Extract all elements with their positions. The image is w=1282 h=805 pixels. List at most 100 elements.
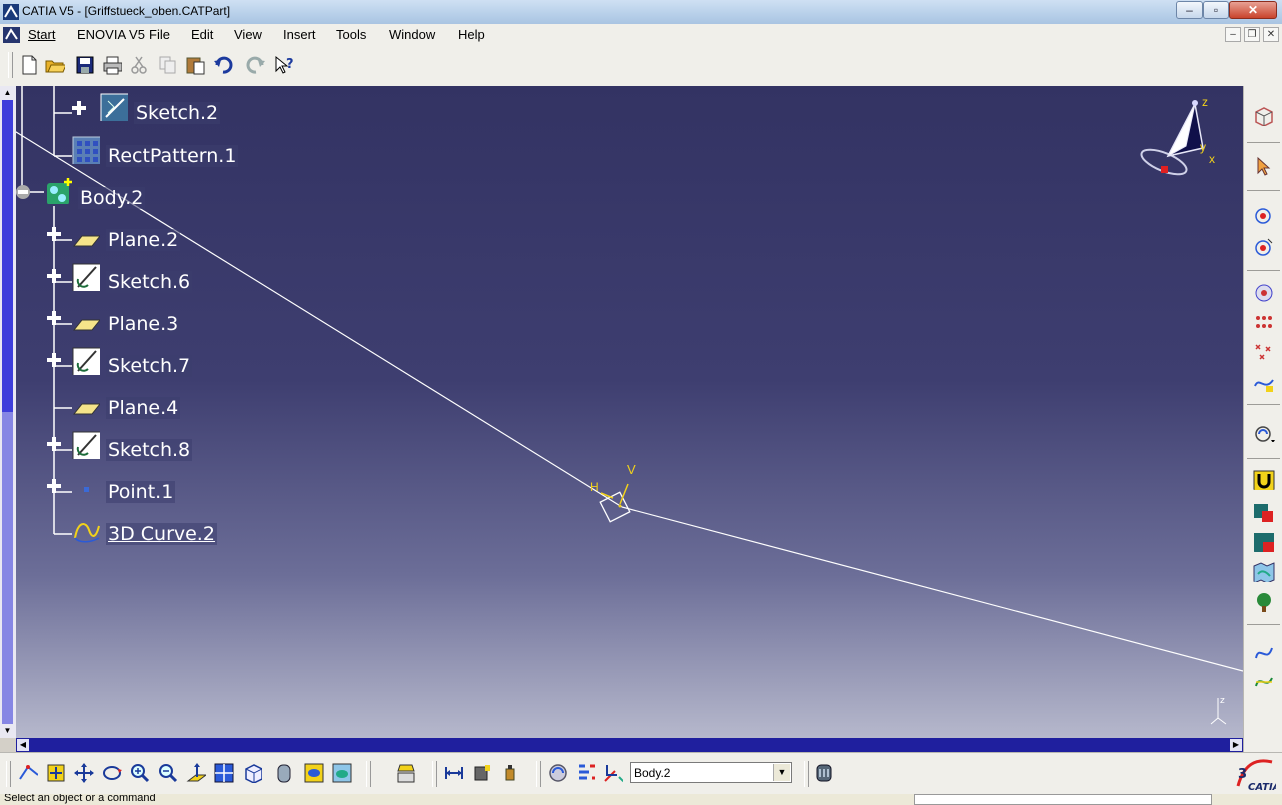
sketch-icon[interactable] (72, 263, 100, 291)
expand-icon[interactable] (47, 269, 61, 283)
tree-node-rectpattern-1[interactable]: RectPattern.1 (106, 145, 239, 167)
toolbar-grip[interactable] (536, 761, 541, 787)
copy-icon[interactable] (158, 55, 178, 75)
menu-enovia[interactable]: ENOVIA V5 (77, 27, 145, 42)
scroll-thumb[interactable] (2, 100, 13, 412)
collapse-icon[interactable] (16, 185, 30, 199)
measure-item-icon[interactable] (472, 763, 492, 783)
wireframe-icon[interactable] (1253, 106, 1275, 126)
normal-view-icon[interactable] (186, 763, 206, 783)
tree-node-sketch-8[interactable]: Sketch.8 (106, 439, 193, 461)
select-arrow-icon[interactable] (1253, 156, 1275, 176)
positioned-sketch-icon[interactable] (1253, 236, 1275, 256)
point-tool-icon[interactable] (1253, 282, 1275, 302)
3d-curve-segment-2[interactable] (621, 506, 1243, 672)
sketch-icon[interactable] (72, 431, 100, 459)
menu-view[interactable]: View (234, 27, 262, 42)
point-icon[interactable] (72, 478, 100, 506)
tree-node-sketch-6[interactable]: Sketch.6 (106, 271, 193, 293)
spline-icon[interactable] (1253, 642, 1275, 662)
menu-window[interactable]: Window (389, 27, 435, 42)
plane-icon[interactable] (72, 310, 100, 338)
scroll-left-arrow[interactable]: ◀ (17, 739, 29, 751)
menu-edit[interactable]: Edit (191, 27, 213, 42)
swap-space-icon[interactable] (332, 763, 352, 783)
expand-icon[interactable] (47, 311, 61, 325)
doc-minimize-button[interactable]: – (1225, 27, 1241, 42)
update-icon[interactable] (548, 763, 568, 783)
catalog-browser-icon[interactable] (814, 763, 834, 783)
curve-on-surface-icon[interactable] (1253, 670, 1275, 690)
curve-icon[interactable] (72, 516, 100, 544)
toolbar-grip[interactable] (366, 761, 371, 787)
command-input[interactable] (914, 794, 1212, 805)
scatter-tool-icon[interactable] (1253, 342, 1275, 362)
catia-doc-icon[interactable] (3, 27, 20, 43)
pattern-tool-icon[interactable] (1253, 312, 1275, 332)
tree-node-sketch-2[interactable]: Sketch.2 (134, 102, 221, 124)
undo-icon[interactable] (213, 55, 233, 75)
toolbar-grip[interactable] (6, 761, 11, 787)
body-selector[interactable]: Body.2 ▼ (630, 762, 792, 783)
curve-tool-icon[interactable] (1253, 372, 1275, 392)
fly-mode-icon[interactable] (18, 763, 38, 783)
hide-show-icon[interactable] (304, 763, 324, 783)
tree-icon[interactable] (1253, 592, 1275, 612)
measure-between-icon[interactable] (444, 763, 464, 783)
pan-icon[interactable] (74, 763, 94, 783)
expand-icon[interactable] (47, 353, 61, 367)
compass-icon[interactable] (1138, 96, 1218, 191)
scroll-track[interactable] (2, 412, 13, 724)
doc-close-button[interactable]: ✕ (1263, 27, 1279, 42)
new-icon[interactable] (19, 55, 39, 75)
expand-icon[interactable] (47, 437, 61, 451)
tree-node-body-2[interactable]: Body.2 (78, 187, 146, 209)
menu-insert[interactable]: Insert (283, 27, 316, 42)
isometric-view-icon[interactable] (242, 763, 262, 783)
zoom-out-icon[interactable] (158, 763, 178, 783)
scroll-down-arrow[interactable]: ▼ (2, 726, 13, 736)
measure-tool-icon[interactable] (396, 763, 416, 783)
horizontal-scrollbar[interactable]: ◀ ▶ (16, 738, 1243, 752)
sketch-icon[interactable] (72, 347, 100, 375)
tree-node-plane-3[interactable]: Plane.3 (106, 313, 181, 335)
scroll-up-arrow[interactable]: ▲ (2, 88, 13, 98)
maximize-button[interactable]: ▫ (1203, 1, 1229, 19)
paste-icon[interactable] (185, 55, 205, 75)
scroll-right-arrow[interactable]: ▶ (1230, 739, 1242, 751)
toolbar-grip[interactable] (432, 761, 437, 787)
save-icon[interactable] (75, 55, 95, 75)
measure-inertia-icon[interactable] (500, 763, 520, 783)
sketch-icon[interactable] (100, 93, 128, 121)
define-work-object-icon[interactable] (603, 763, 623, 783)
tree-node-point-1[interactable]: Point.1 (106, 481, 176, 503)
toolbar-grip[interactable] (804, 761, 809, 787)
expand-icon[interactable] (47, 479, 61, 493)
print-icon[interactable] (102, 55, 122, 75)
menu-file[interactable]: File (149, 27, 170, 42)
rect-pattern-icon[interactable] (72, 136, 100, 164)
tree-reorder-icon[interactable] (576, 763, 596, 783)
expand-icon[interactable] (47, 227, 61, 241)
chevron-down-icon[interactable]: ▼ (773, 764, 790, 781)
render-style-icon[interactable] (274, 763, 294, 783)
plane-icon[interactable] (72, 226, 100, 254)
expand-icon[interactable] (72, 101, 86, 115)
doc-restore-button[interactable]: ❐ (1244, 27, 1260, 42)
open-icon[interactable] (45, 55, 65, 75)
menu-help[interactable]: Help (458, 27, 485, 42)
sketch-tool-icon[interactable] (1253, 204, 1275, 224)
menu-start[interactable]: Start (28, 27, 55, 42)
tree-node-plane-2[interactable]: Plane.2 (106, 229, 181, 251)
tree-node-sketch-7[interactable]: Sketch.7 (106, 355, 193, 377)
color-icon[interactable] (1253, 502, 1275, 522)
material-icon[interactable] (1253, 532, 1275, 552)
map-icon[interactable] (1253, 562, 1275, 582)
multi-view-icon[interactable] (214, 763, 234, 783)
plane-icon[interactable] (72, 394, 100, 422)
analysis-tool-icon[interactable] (1253, 422, 1275, 442)
vertical-scrollbar[interactable]: ▲ ▼ (0, 86, 17, 738)
magnet-icon[interactable] (1253, 470, 1275, 490)
cut-icon[interactable] (129, 55, 149, 75)
tree-node-3d-curve-2[interactable]: 3D Curve.2 (106, 523, 217, 545)
